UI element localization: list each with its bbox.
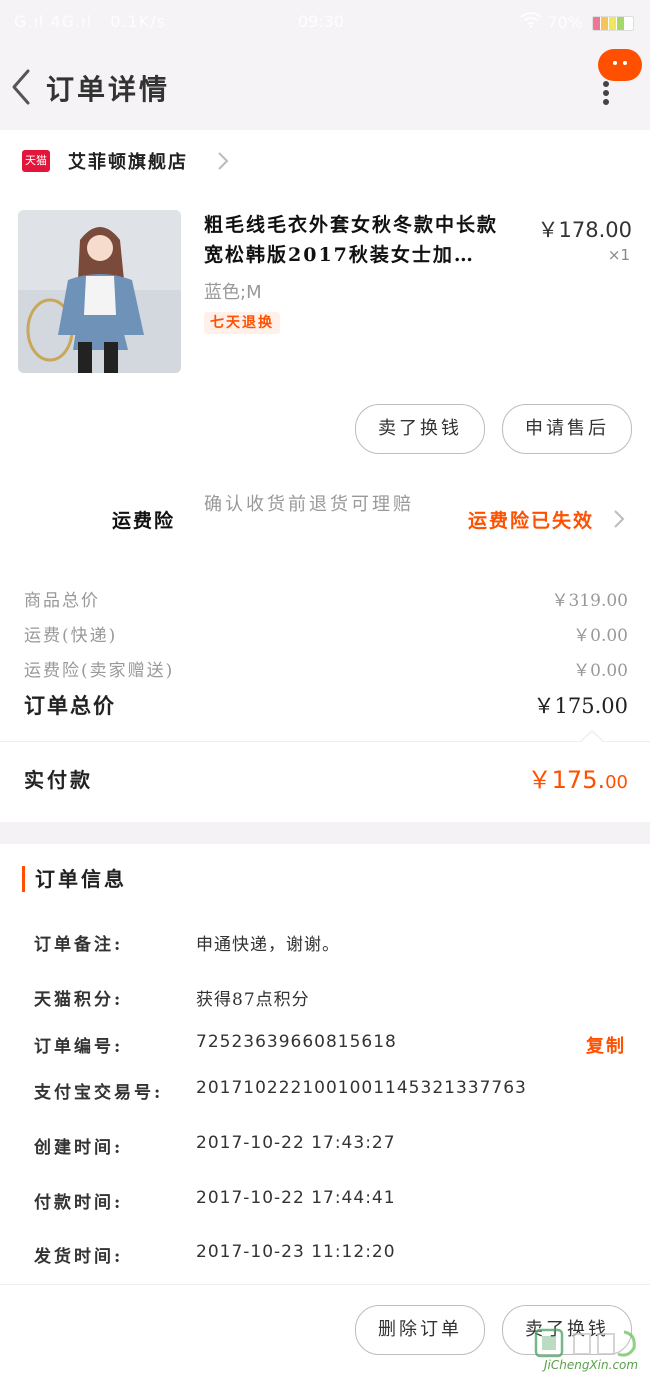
copy-order-number-button[interactable]: 复制 [586, 1032, 626, 1058]
order-total-row: 订单总价 ￥175.00 [24, 690, 628, 724]
info-key: 支付宝交易号: [34, 1083, 164, 1103]
info-key: 发货时间: [34, 1247, 124, 1267]
insurance-fee-label: 运费险(卖家赠送) [24, 661, 175, 681]
paid-amount-main: ￥175. [527, 766, 606, 794]
delete-order-button[interactable]: 删除订单 [355, 1305, 485, 1355]
chevron-right-icon [612, 508, 626, 530]
shipping-fee-value: ￥0.00 [573, 626, 628, 646]
goods-total-label: 商品总价 [24, 591, 100, 611]
info-value: 2017-10-22 17:43:27 [196, 1133, 396, 1153]
info-row-alipay-number: 支付宝交易号: 2017102221001001145321337763 [34, 1078, 634, 1108]
paid-amount-value: ￥175.00 [528, 760, 628, 795]
network-speed: 0.1K/s [110, 12, 166, 31]
info-key: 创建时间: [34, 1138, 124, 1158]
divider [0, 741, 650, 742]
pointer-notch-inner [581, 732, 603, 742]
after-sale-button[interactable]: 申请售后 [502, 404, 632, 454]
goods-total-value: ￥319.00 [551, 591, 628, 611]
info-value: 2017102221001001145321337763 [196, 1078, 527, 1098]
page-title: 订单详情 [46, 73, 171, 106]
info-key: 订单备注: [34, 935, 124, 955]
status-bar: G.ıl 4G.ıl 0.1K/s 09:30 70% [0, 0, 650, 44]
message-bubble-icon[interactable] [598, 49, 642, 81]
insurance-description: 确认收货前退货可理赔 [204, 494, 414, 515]
status-right: 70% [520, 12, 634, 32]
info-value: 申通快递，谢谢。 [196, 935, 340, 955]
info-row-paid: 付款时间: 2017-10-22 17:44:41 [34, 1188, 634, 1218]
top-header: 订单详情 [0, 44, 650, 130]
order-total-label: 订单总价 [24, 693, 116, 718]
wifi-icon [520, 12, 547, 32]
battery-text: 70% [547, 13, 583, 32]
back-arrow-icon[interactable] [8, 66, 38, 106]
info-key: 付款时间: [34, 1193, 124, 1213]
shop-header[interactable]: 天猫 艾菲顿旗舰店 [0, 130, 650, 192]
site-watermark-logo: JiChengXin.com [534, 1328, 650, 1375]
order-info-title: 订单信息 [22, 866, 127, 892]
paid-amount-decimal: 00 [605, 772, 628, 793]
shipping-fee-row: 运费(快递) ￥0.00 [24, 621, 628, 651]
info-row-points: 天猫积分: 获得87点积分 [34, 985, 634, 1015]
info-row-created: 创建时间: 2017-10-22 17:43:27 [34, 1133, 634, 1163]
product-sku: 蓝色;M [204, 282, 262, 303]
battery-icon [592, 16, 634, 31]
insurance-fee-row: 运费险(卖家赠送) ￥0.00 [24, 656, 628, 686]
order-number-value: 72523639660815618 [196, 1032, 397, 1052]
shipping-fee-label: 运费(快递) [24, 626, 118, 646]
product-item[interactable]: 粗毛线毛衣外套女秋冬款中长款宽松韩版2017秋装女士加… ￥178.00 ×1 … [0, 192, 650, 392]
info-row-note: 订单备注: 申通快递，谢谢。 [34, 930, 634, 960]
product-thumbnail[interactable] [18, 210, 181, 373]
shop-name[interactable]: 艾菲顿旗舰店 [68, 148, 188, 174]
goods-total-row: 商品总价 ￥319.00 [24, 586, 628, 616]
order-total-value: ￥175.00 [533, 694, 628, 718]
info-key: 天猫积分: [34, 990, 124, 1010]
network-text: G.ıl 4G.ıl [14, 12, 93, 31]
return-policy-badge: 七天退换 [204, 312, 280, 334]
paid-amount-label: 实付款 [24, 768, 93, 792]
status-time: 09:30 [298, 12, 345, 31]
insurance-fee-value: ￥0.00 [573, 661, 628, 681]
product-title[interactable]: 粗毛线毛衣外套女秋冬款中长款宽松韩版2017秋装女士加… [204, 210, 516, 270]
product-quantity: ×1 [607, 246, 630, 264]
sell-for-cash-button[interactable]: 卖了换钱 [355, 404, 485, 454]
shipping-insurance-row[interactable]: 运费险 确认收货前退货可理赔 运费险已失效 [0, 480, 650, 560]
insurance-status[interactable]: 运费险已失效 [468, 506, 594, 533]
signal-indicator: G.ıl 4G.ıl 0.1K/s [14, 12, 166, 31]
info-key: 订单编号: [34, 1037, 124, 1057]
info-value: 2017-10-23 11:12:20 [196, 1242, 396, 1262]
chevron-right-icon [216, 150, 230, 172]
info-value: 获得87点积分 [196, 990, 310, 1010]
section-gap [0, 822, 650, 844]
info-row-order-number: 订单编号: 72523639660815618 [34, 1032, 634, 1062]
tmall-logo-icon: 天猫 [22, 150, 50, 172]
more-dots-icon[interactable] [598, 78, 614, 108]
insurance-label: 运费险 [112, 510, 176, 532]
watermark-text: JiChengXin.com [544, 1358, 639, 1372]
info-value: 2017-10-22 17:44:41 [196, 1188, 396, 1208]
product-price: ￥178.00 [537, 218, 632, 242]
info-row-shipped: 发货时间: 2017-10-23 11:12:20 [34, 1242, 634, 1272]
